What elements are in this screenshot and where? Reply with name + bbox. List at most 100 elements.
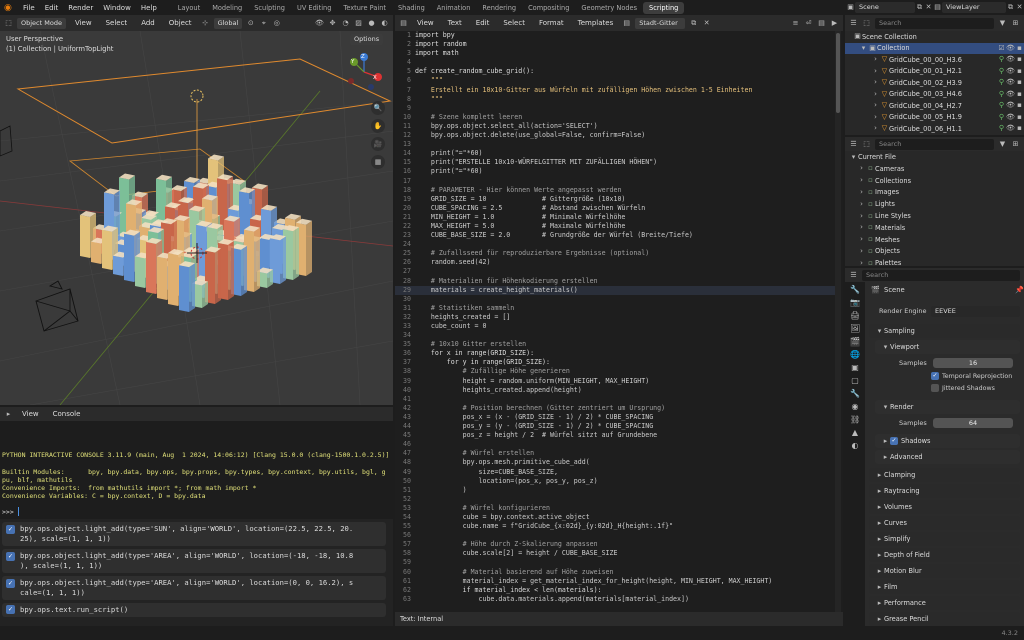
overlay-icon[interactable]: ◔ — [341, 19, 350, 28]
code-line[interactable]: 24 — [395, 240, 835, 249]
editor-type-icon[interactable]: ▸ — [4, 410, 13, 419]
datablock-category-row[interactable]: › ▫ Cameras — [845, 163, 1024, 175]
3d-viewport[interactable]: User Perspective (1) Collection | Unifor… — [0, 31, 393, 405]
menu-help[interactable]: Help — [136, 4, 162, 12]
code-area[interactable]: 1 import bpy 2 import random 3 import math 4 5 d… — [395, 31, 843, 612]
code-line[interactable]: 6 """ — [395, 76, 835, 85]
eye-icon[interactable]: 👁 — [1006, 78, 1015, 87]
render-samples-field[interactable]: 64 — [933, 418, 1013, 428]
viewport-menu-object[interactable]: Object — [164, 19, 197, 27]
code-line[interactable]: 20 CUBE_SPACING = 2.5 # Abstand zwischen… — [395, 204, 835, 213]
word-wrap-icon[interactable]: ⏎ — [804, 19, 813, 28]
code-line[interactable]: 11 bpy.ops.object.select_all(action='SEL… — [395, 122, 835, 131]
viewport-menu-view[interactable]: View — [70, 19, 97, 27]
expand-icon[interactable]: › — [871, 101, 880, 110]
camera-view-icon[interactable]: 🎥 — [371, 137, 385, 151]
shading-material-icon[interactable]: ◐ — [380, 19, 389, 28]
code-line[interactable]: 41 — [395, 395, 835, 404]
camera-icon[interactable]: ▪ — [1015, 78, 1024, 87]
console-menu-console[interactable]: Console — [48, 410, 86, 418]
code-line[interactable]: 1 import bpy — [395, 31, 835, 40]
history-item[interactable]: ✓ bpy.ops.object.light_add(type='AREA', a… — [2, 549, 386, 573]
scene-selector[interactable]: Scene — [855, 2, 915, 13]
object-tab-icon[interactable]: ▢ — [850, 376, 860, 386]
menu-window[interactable]: Window — [98, 4, 136, 12]
editor-type-icon[interactable]: ☰ — [849, 271, 858, 280]
code-line[interactable]: 61 material_index = get_material_index_f… — [395, 577, 835, 586]
editor-type-icon[interactable]: ▤ — [399, 19, 408, 28]
code-line[interactable]: 10 # Szene komplett leeren — [395, 113, 835, 122]
editor-type-icon[interactable]: ☰ — [849, 140, 858, 149]
text-menu-edit[interactable]: Edit — [471, 19, 495, 27]
syntax-icon[interactable]: ▤ — [817, 19, 826, 28]
code-line[interactable]: 51 ) — [395, 486, 835, 495]
display-mode-icon[interactable]: ⬚ — [862, 140, 871, 149]
funnel-icon[interactable]: ▼ — [998, 19, 1007, 28]
code-line[interactable]: 52 — [395, 495, 835, 504]
code-line[interactable]: 39 height = random.uniform(MIN_HEIGHT, M… — [395, 377, 835, 386]
code-line[interactable]: 14 print("="*60) — [395, 149, 835, 158]
pin-icon[interactable]: 📌 — [1015, 286, 1024, 295]
render-tab-icon[interactable]: 📷 — [850, 298, 860, 308]
datablock-category-row[interactable]: › ▫ Materials — [845, 222, 1024, 234]
code-line[interactable]: 28 # Materialien für Höhenkodierung erst… — [395, 277, 835, 286]
zoom-icon[interactable]: 🔍 — [371, 101, 385, 115]
tab-uv-editing[interactable]: UV Editing — [291, 2, 337, 14]
blend-file-search[interactable]: Search — [875, 138, 994, 150]
close-icon[interactable]: ✕ — [1015, 3, 1024, 12]
python-console[interactable]: PYTHON INTERACTIVE CONSOLE 3.11.9 (main,… — [0, 421, 393, 519]
pivot-icon[interactable]: ⊙ — [246, 19, 255, 28]
tab-geometry-nodes[interactable]: Geometry Nodes — [575, 2, 643, 14]
code-line[interactable]: 63 cube.data.materials.append(materials[… — [395, 595, 835, 604]
datablock-category-row[interactable]: › ▫ Lights — [845, 198, 1024, 210]
panel-section[interactable]: ▸ Simplify — [869, 532, 1020, 546]
tab-compositing[interactable]: Compositing — [522, 2, 575, 14]
history-item[interactable]: ✓ bpy.ops.object.light_add(type='SUN', al… — [2, 522, 386, 546]
blend-file-browser[interactable]: ▾ Current File › ▫ Cameras › ▫ Collections › ▫ Im… — [845, 151, 1024, 266]
panel-section[interactable]: ▸ Motion Blur — [869, 564, 1020, 578]
text-menu-view[interactable]: View — [412, 19, 439, 27]
eye-icon[interactable]: 👁 — [1006, 101, 1015, 110]
panel-section[interactable]: ▸ Raytracing — [869, 484, 1020, 498]
code-line[interactable]: 23 CUBE_BASE_SIZE = 2.0 # Grundgröße der… — [395, 231, 835, 240]
panel-section[interactable]: ▸ Grease Pencil — [869, 612, 1020, 626]
code-line[interactable]: 27 — [395, 267, 835, 276]
expand-icon[interactable]: › — [871, 55, 880, 64]
panel-section[interactable]: ▸ Volumes — [869, 500, 1020, 514]
code-line[interactable]: 58 cube.scale[2] = height / CUBE_BASE_SI… — [395, 549, 835, 558]
code-line[interactable]: 47 # Würfel erstellen — [395, 449, 835, 458]
code-line[interactable]: 18 # PARAMETER - Hier können Werte angep… — [395, 186, 835, 195]
datablock-category-row[interactable]: › ▫ Collections — [845, 175, 1024, 187]
texture-tab-icon[interactable]: ◐ — [850, 441, 860, 451]
expand-icon[interactable]: › — [857, 164, 866, 173]
code-line[interactable]: 8 """ — [395, 95, 835, 104]
transform-orientation-selector[interactable]: Global — [213, 17, 243, 29]
console-menu-view[interactable]: View — [17, 410, 44, 418]
viewport-samples-field[interactable]: 16 — [933, 358, 1013, 368]
output-tab-icon[interactable]: 🖨 — [850, 311, 860, 321]
purge-icon[interactable]: ⊞ — [1011, 140, 1020, 149]
panel-section[interactable]: ▸ Clamping — [869, 468, 1020, 482]
code-line[interactable]: 45 pos_z = height / 2 # Würfel sitzt auf… — [395, 431, 835, 440]
text-menu-format[interactable]: Format — [534, 19, 569, 27]
data-tab-icon[interactable]: ▲ — [850, 428, 860, 438]
close-icon[interactable]: ✕ — [702, 19, 711, 28]
camera-icon[interactable]: ▪ — [1015, 113, 1024, 122]
viewport-menu-add[interactable]: Add — [136, 19, 160, 27]
code-line[interactable]: 55 cube.name = f"GridCube_{x:02d}_{y:02d… — [395, 522, 835, 531]
text-datablock-icon[interactable]: ▤ — [622, 19, 631, 28]
datablock-category-row[interactable]: › ▫ Meshes — [845, 234, 1024, 246]
expand-icon[interactable]: › — [871, 78, 880, 87]
panel-render[interactable]: ▾ Render — [875, 400, 1020, 414]
line-numbers-icon[interactable]: ≡ — [791, 19, 800, 28]
gizmo-icon[interactable]: ✥ — [328, 19, 337, 28]
code-line[interactable]: 5 def create_random_cube_grid(): — [395, 67, 835, 76]
panel-sampling[interactable]: ▾ Sampling — [869, 324, 1020, 338]
menu-edit[interactable]: Edit — [40, 4, 64, 12]
tab-rendering[interactable]: Rendering — [476, 2, 522, 14]
scrollbar[interactable] — [835, 31, 841, 612]
code-line[interactable]: 17 — [395, 177, 835, 186]
scene-collection-row[interactable]: ▣ Scene Collection — [845, 31, 1024, 43]
expand-icon[interactable]: › — [871, 113, 880, 122]
properties-search[interactable]: Search — [862, 269, 1020, 281]
